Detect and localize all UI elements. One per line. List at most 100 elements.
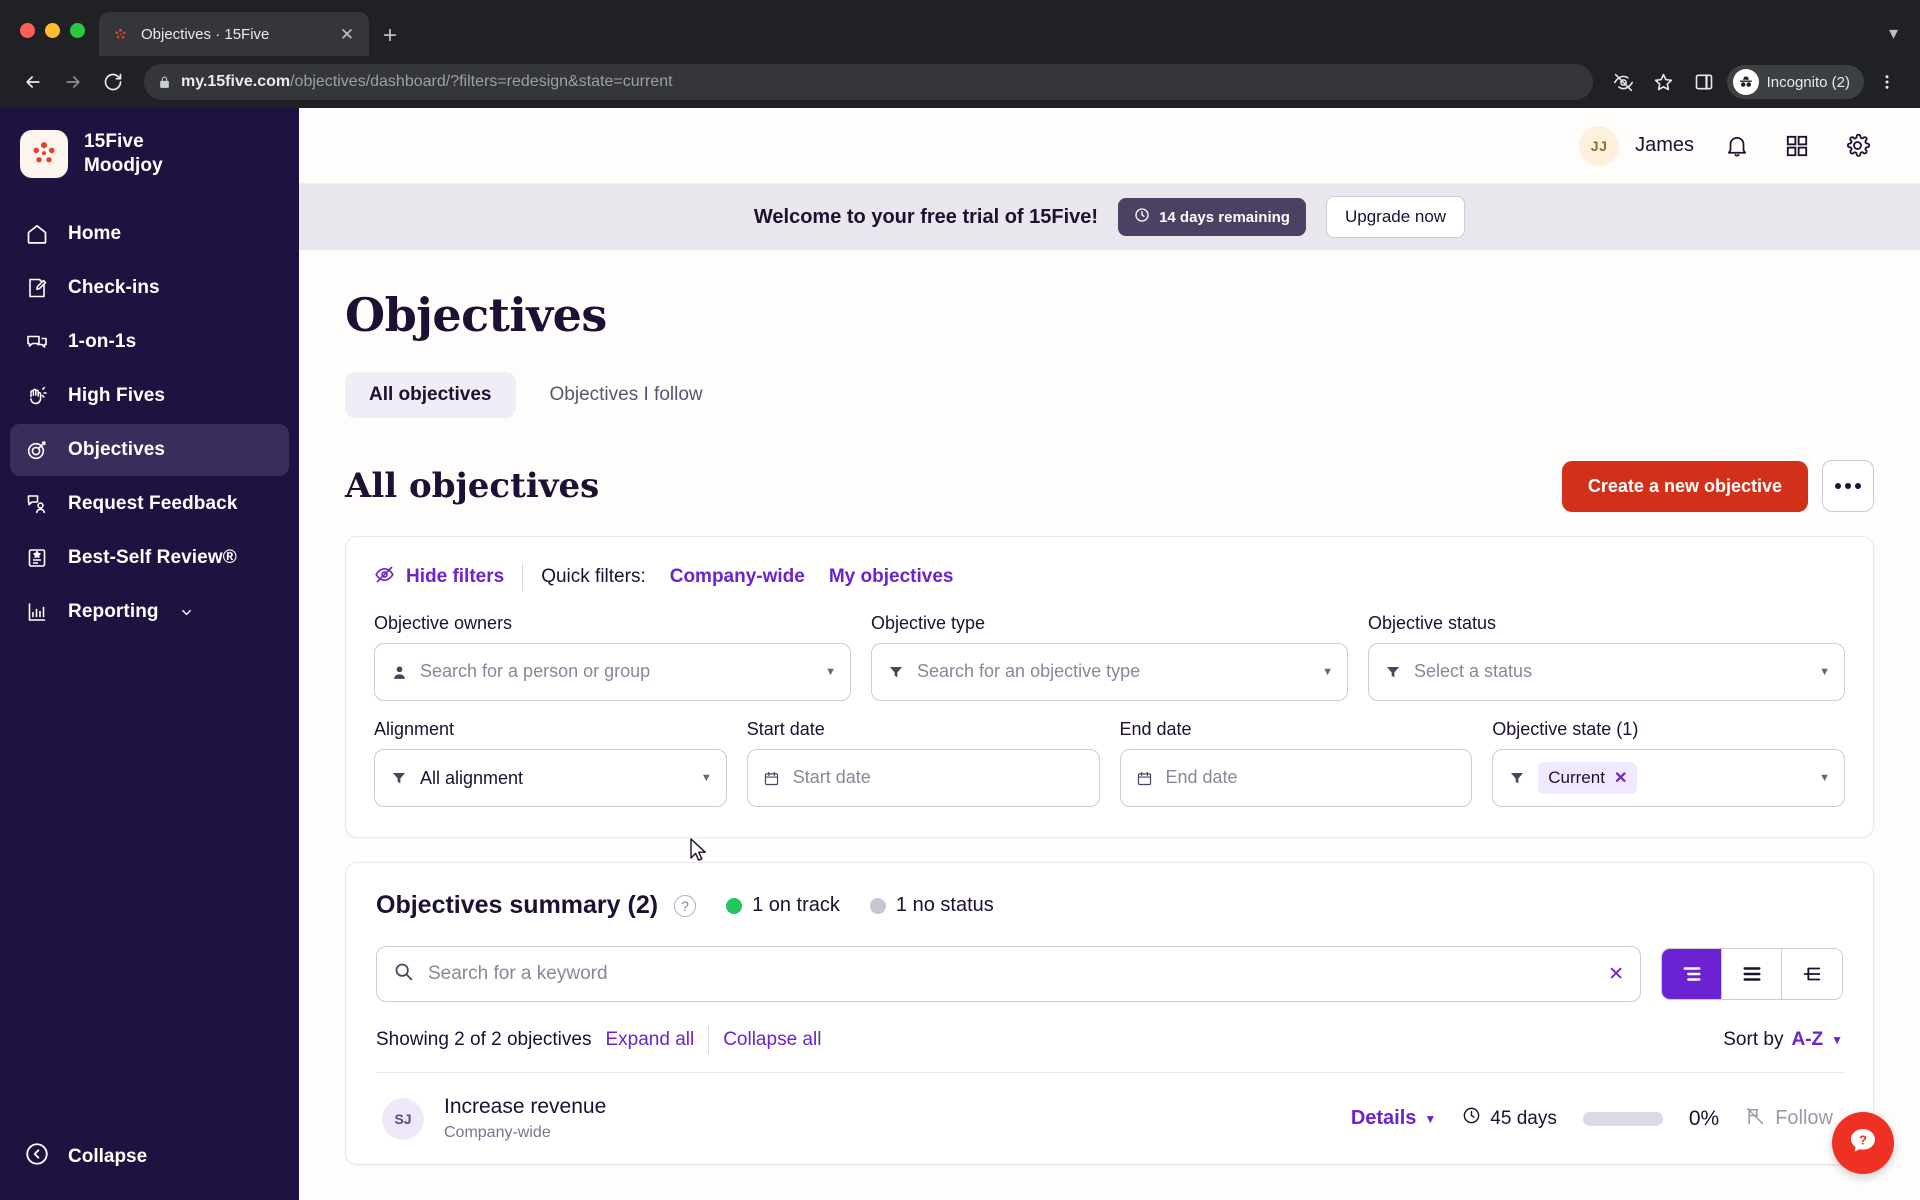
showing-row: Showing 2 of 2 objectives Expand all Col…: [376, 1026, 1843, 1054]
sidebar-item-request-feedback[interactable]: Request Feedback: [10, 478, 289, 530]
browser-tab[interactable]: Objectives · 15Five ✕: [99, 12, 369, 56]
chevron-down-icon[interactable]: ▼: [701, 772, 712, 784]
tab-all-objectives[interactable]: All objectives: [345, 372, 516, 418]
chevron-down-icon: ▼: [1424, 1111, 1437, 1126]
close-window-button[interactable]: [20, 23, 35, 38]
tree-view-button[interactable]: [1662, 949, 1722, 999]
funnel-icon: [1507, 770, 1527, 786]
objective-state-select[interactable]: Current ✕ ▼: [1492, 749, 1845, 807]
start-date-input[interactable]: Start date: [746, 749, 1100, 807]
eye-slash-icon[interactable]: [1607, 65, 1641, 99]
help-button[interactable]: ?: [1832, 1112, 1894, 1174]
sidebar-item-1-on-1s[interactable]: 1-on-1s: [10, 316, 289, 368]
sidebar-item-check-ins[interactable]: Check-ins: [10, 262, 289, 314]
sidebar-item-reporting[interactable]: Reporting: [10, 586, 289, 638]
remove-chip-icon[interactable]: ✕: [1614, 768, 1627, 788]
filter-label: Objective status: [1368, 613, 1497, 633]
filters-grid: Objective owners Search for a person or …: [374, 613, 1845, 807]
upgrade-now-button[interactable]: Upgrade now: [1325, 196, 1466, 238]
high-five-hand-icon: [24, 383, 50, 409]
maximize-window-button[interactable]: [70, 23, 85, 38]
chevron-down-icon[interactable]: ▼: [1831, 1033, 1843, 1047]
sidebar-item-high-fives[interactable]: High Fives: [10, 370, 289, 422]
sidebar-item-home[interactable]: Home: [10, 208, 289, 260]
quick-filter-company-wide[interactable]: Company-wide: [670, 566, 805, 588]
days-remaining-badge[interactable]: 14 days remaining: [1118, 198, 1306, 236]
keyword-search-box[interactable]: Search for a keyword ✕: [376, 946, 1641, 1002]
days-label: 45 days: [1490, 1107, 1557, 1129]
close-icon[interactable]: ✕: [337, 26, 357, 43]
settings-gear-icon[interactable]: [1840, 129, 1874, 163]
page-content: Objectives All objectives Objectives I f…: [299, 250, 1920, 1200]
list-view-button[interactable]: [1722, 949, 1782, 999]
expand-all-link[interactable]: Expand all: [605, 1029, 694, 1051]
search-input[interactable]: Search for a keyword: [428, 963, 1594, 985]
person-icon: [389, 664, 409, 681]
quick-filter-my-objectives[interactable]: My objectives: [829, 566, 954, 588]
alignment-select[interactable]: All alignment ▼: [374, 749, 727, 807]
filter-placeholder: Select a status: [1414, 661, 1533, 682]
follow-label: Follow: [1775, 1107, 1833, 1129]
stat-on-track: 1 on track: [726, 894, 840, 917]
reload-icon[interactable]: [96, 65, 130, 99]
question-mark-icon[interactable]: ?: [674, 894, 697, 917]
plus-icon[interactable]: +: [383, 24, 397, 48]
hierarchy-view-button[interactable]: [1782, 949, 1842, 999]
kebab-menu-icon[interactable]: [1870, 65, 1904, 99]
app-root: 15Five Moodjoy Home Check-ins 1-on-1s Hi…: [0, 108, 1920, 1200]
brand-company: 15Five: [84, 131, 144, 152]
side-panel-icon[interactable]: [1687, 65, 1721, 99]
minimize-window-button[interactable]: [45, 23, 60, 38]
star-icon[interactable]: [1647, 65, 1681, 99]
sidebar-item-objectives[interactable]: Objectives: [10, 424, 289, 476]
back-arrow-icon[interactable]: [16, 65, 50, 99]
profile-chip[interactable]: Incognito (2): [1726, 65, 1864, 99]
sidebar-collapse-button[interactable]: Collapse: [0, 1141, 299, 1172]
chevron-down-icon[interactable]: ▼: [1819, 666, 1830, 678]
clear-x-icon[interactable]: ✕: [1608, 963, 1624, 986]
browser-toolbar: my.15five.com/objectives/dashboard/?filt…: [0, 56, 1920, 108]
forward-arrow-icon[interactable]: [56, 65, 90, 99]
objective-state-chips: Current ✕: [1538, 762, 1808, 794]
apps-grid-icon[interactable]: [1780, 129, 1814, 163]
notifications-bell-icon[interactable]: [1720, 129, 1754, 163]
calendar-icon: [1135, 770, 1155, 787]
sidebar-item-best-self-review[interactable]: Best-Self Review®: [10, 532, 289, 584]
chevron-down-icon[interactable]: ▼: [1322, 666, 1333, 678]
sort-control[interactable]: Sort by A-Z ▼: [1723, 1029, 1843, 1051]
quick-filters-label: Quick filters:: [541, 566, 646, 587]
chevron-down-icon[interactable]: [179, 605, 194, 620]
objective-owners-select[interactable]: Search for a person or group ▼: [374, 643, 851, 701]
review-badge-icon: [24, 545, 50, 571]
end-date-input[interactable]: End date: [1119, 749, 1473, 807]
follow-button[interactable]: Follow: [1745, 1106, 1833, 1132]
chevron-down-icon[interactable]: ▼: [825, 666, 836, 678]
table-row[interactable]: SJ Increase revenue Company-wide Details…: [376, 1073, 1843, 1164]
collapse-all-link[interactable]: Collapse all: [723, 1029, 821, 1051]
objective-status-select[interactable]: Select a status ▼: [1368, 643, 1845, 701]
filter-end-date: End date End date: [1119, 719, 1473, 807]
search-row: Search for a keyword ✕: [376, 946, 1843, 1002]
view-toggle-group: [1661, 948, 1843, 1000]
address-bar[interactable]: my.15five.com/objectives/dashboard/?filt…: [144, 64, 1593, 100]
divider: [708, 1026, 710, 1054]
filters-row-2: Alignment All alignment ▼ Start date Sta…: [374, 719, 1845, 807]
start-date-placeholder: Start date: [792, 767, 871, 788]
create-new-objective-button[interactable]: Create a new objective: [1561, 460, 1808, 512]
tab-objectives-i-follow[interactable]: Objectives I follow: [526, 372, 727, 418]
sidebar-item-label: Best-Self Review®: [68, 547, 237, 568]
objective-type-select[interactable]: Search for an objective type ▼: [871, 643, 1348, 701]
details-dropdown[interactable]: Details ▼: [1351, 1107, 1436, 1130]
follow-flag-icon: [1745, 1106, 1765, 1132]
brand-block[interactable]: 15Five Moodjoy: [0, 108, 299, 196]
sidebar-item-label: 1-on-1s: [68, 331, 137, 352]
hide-filters-button[interactable]: Hide filters: [374, 564, 504, 591]
funnel-icon: [886, 664, 906, 680]
chevron-down-icon[interactable]: ▼: [1819, 772, 1830, 784]
ellipsis-icon[interactable]: [1822, 460, 1874, 512]
window-controls[interactable]: [14, 23, 99, 56]
days-remaining: 45 days: [1462, 1106, 1557, 1131]
user-menu[interactable]: JJ James: [1579, 125, 1694, 166]
section-title: All objectives: [345, 466, 600, 506]
chevron-down-icon[interactable]: ▾: [1889, 23, 1898, 44]
